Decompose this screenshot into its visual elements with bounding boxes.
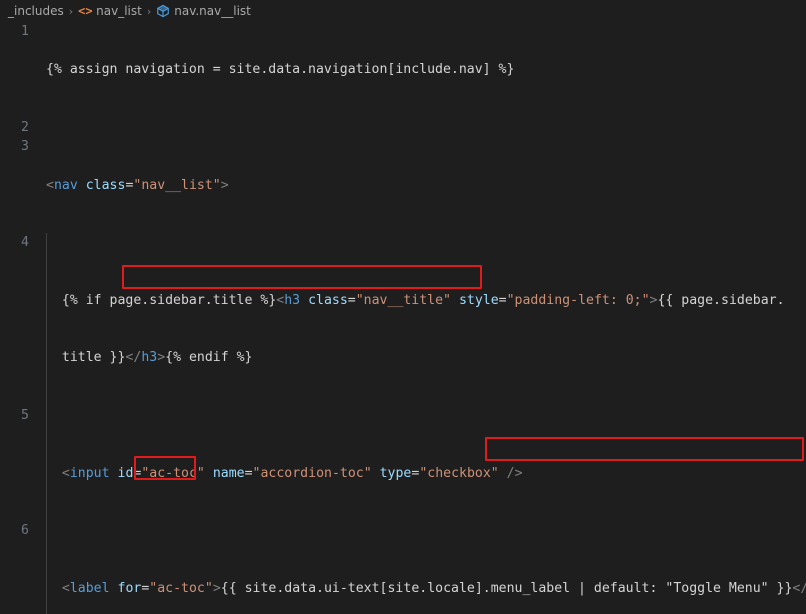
- code-row[interactable]: 1 {% assign navigation = site.data.navig…: [0, 22, 806, 118]
- breadcrumb: _includes › <> nav_list › nav.nav__list: [0, 0, 806, 22]
- breadcrumb-file-label: nav_list: [96, 4, 142, 18]
- line-number: 6: [21, 523, 29, 539]
- line-number: 3: [21, 139, 29, 155]
- line-number: 1: [21, 24, 29, 39]
- breadcrumb-folder-label: _includes: [8, 4, 64, 18]
- line-content[interactable]: {% if page.sidebar.title %}<h3 class="na…: [46, 233, 806, 406]
- line-content[interactable]: <label for="ac-toc">{{ site.data.ui-text…: [46, 521, 806, 614]
- line-number: 5: [21, 408, 29, 423]
- html-icon: <>: [78, 4, 93, 18]
- code-row[interactable]: 3 <nav class="nav__list">: [0, 137, 806, 233]
- code-row[interactable]: 5 <input id="ac-toc" name="accordion-toc…: [0, 406, 806, 522]
- code-row[interactable]: 2: [0, 118, 806, 137]
- code-area[interactable]: 1 {% assign navigation = site.data.navig…: [0, 22, 806, 614]
- code-row[interactable]: 6 <label for="ac-toc">{{ site.data.ui-te…: [0, 521, 806, 614]
- code-row[interactable]: 4 {% if page.sidebar.title %}<h3 class="…: [0, 233, 806, 406]
- line-content[interactable]: {% assign navigation = site.data.navigat…: [46, 22, 806, 118]
- line-number: 4: [21, 235, 29, 251]
- symbol-cube-icon: [156, 4, 170, 18]
- line-content[interactable]: [46, 118, 806, 137]
- line-number: 2: [21, 120, 29, 135]
- breadcrumb-item-file[interactable]: <> nav_list: [78, 4, 142, 18]
- line-content[interactable]: <nav class="nav__list">: [46, 137, 806, 233]
- breadcrumb-item-symbol[interactable]: nav.nav__list: [156, 4, 251, 18]
- breadcrumb-item-folder[interactable]: _includes: [8, 4, 64, 18]
- line-content[interactable]: <input id="ac-toc" name="accordion-toc" …: [46, 406, 806, 522]
- breadcrumb-symbol-label: nav.nav__list: [174, 4, 251, 18]
- code-editor[interactable]: 1 {% assign navigation = site.data.navig…: [0, 22, 806, 614]
- breadcrumb-separator-1: ›: [68, 4, 74, 18]
- breadcrumb-separator-2: ›: [146, 4, 152, 18]
